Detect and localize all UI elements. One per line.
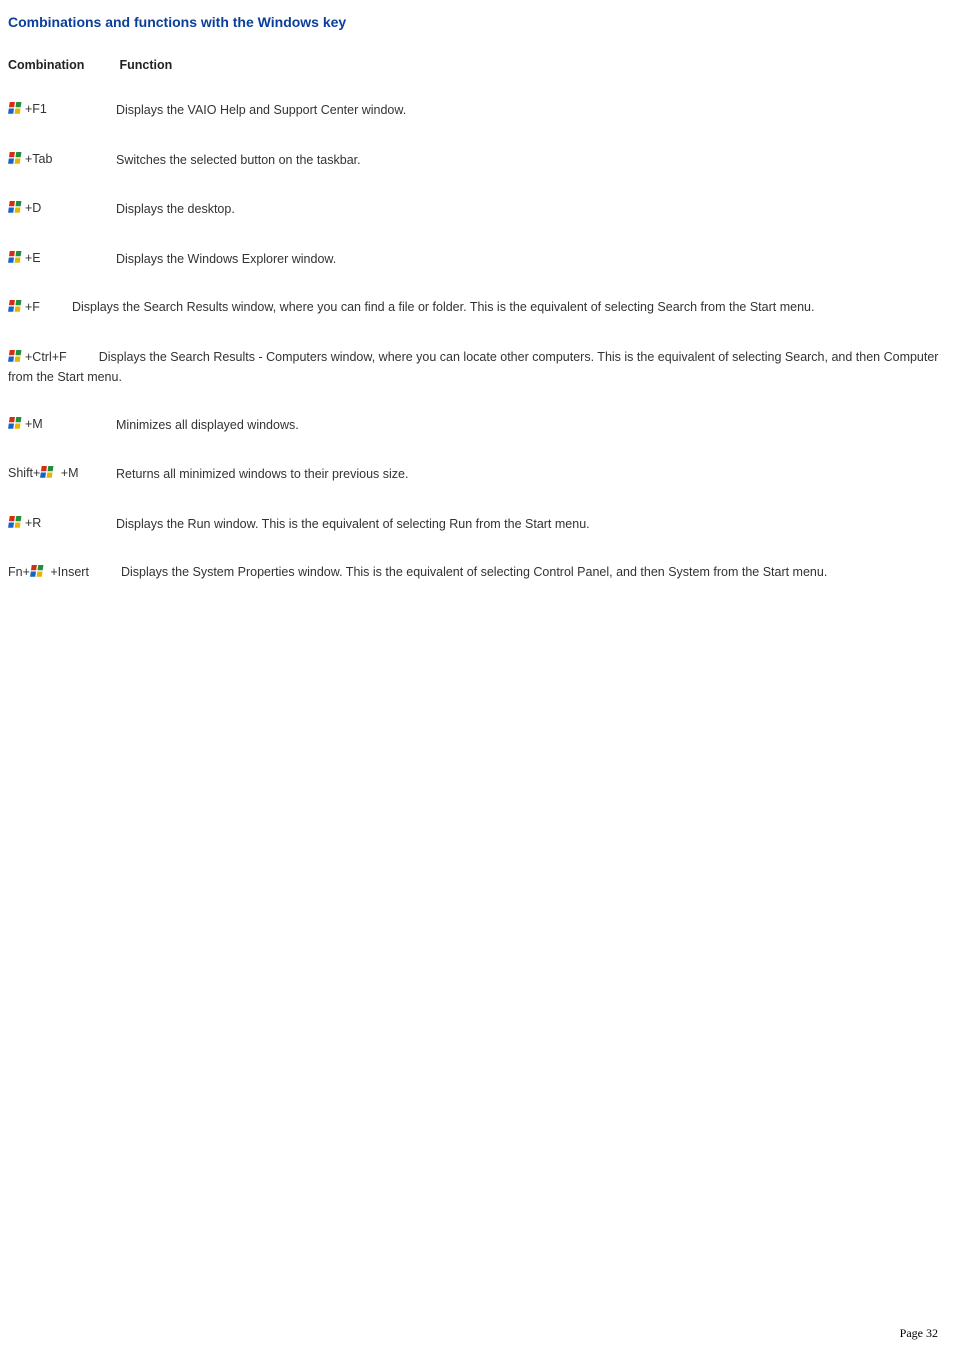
combination-cell: +M: [8, 415, 116, 437]
table-row: Shift+ +MReturns all minimized windows t…: [8, 464, 946, 486]
header-combination: Combination: [8, 58, 116, 72]
page-title: Combinations and functions with the Wind…: [8, 14, 946, 30]
function-cell: Displays the Windows Explorer window.: [116, 252, 336, 266]
combination-cell: Fn+ +Insert: [8, 565, 89, 579]
windows-key-icon: [8, 514, 24, 536]
function-cell: Displays the System Properties window. T…: [121, 565, 827, 579]
combo-suffix: +D: [25, 201, 41, 215]
function-cell: Displays the Search Results window, wher…: [72, 300, 815, 314]
table-row: +F Displays the Search Results window, wh…: [8, 298, 946, 320]
windows-key-icon: [8, 298, 24, 320]
windows-key-icon: [8, 415, 24, 437]
function-cell: Displays the Run window. This is the equ…: [116, 517, 590, 531]
combination-cell: Shift+ +M: [8, 464, 116, 486]
combo-suffix: +Insert: [47, 565, 89, 579]
combination-cell: +Ctrl+F: [8, 350, 67, 364]
function-cell: Switches the selected button on the task…: [116, 153, 361, 167]
combo-suffix: +E: [25, 251, 41, 265]
combo-suffix: +M: [57, 466, 78, 480]
windows-key-icon: [8, 150, 24, 172]
windows-key-icon: [8, 348, 24, 370]
combination-cell: +F1: [8, 100, 116, 122]
combination-cell: +D: [8, 199, 116, 221]
combination-cell: +E: [8, 249, 116, 271]
combination-cell: +Tab: [8, 150, 116, 172]
combination-cell: +F: [8, 300, 40, 314]
table-row: Fn+ +Insert Displays the System Propertie…: [8, 563, 946, 585]
table-row: +F1 Displays the VAIO Help and Support Ce…: [8, 100, 946, 122]
combo-suffix: +Tab: [25, 152, 52, 166]
combination-cell: +R: [8, 514, 116, 536]
page-number: Page 32: [900, 1326, 938, 1341]
header-function: Function: [119, 58, 172, 72]
combo-suffix: +F1: [25, 102, 47, 116]
windows-key-icon: [8, 199, 24, 221]
combo-suffix: +R: [25, 516, 41, 530]
table-row: +E Displays the Windows Explorer window.: [8, 249, 946, 271]
combo-suffix: +Ctrl+F: [25, 350, 67, 364]
table-header: Combination Function: [8, 58, 946, 72]
function-cell: Displays the Search Results - Computers …: [8, 350, 938, 385]
table-row: +R Displays the Run window. This is the e…: [8, 514, 946, 536]
combo-suffix: +F: [25, 300, 40, 314]
combo-prefix: Fn+: [8, 565, 30, 579]
table-row: +D Displays the desktop.: [8, 199, 946, 221]
windows-key-icon: [30, 563, 46, 585]
table-row: +Tab Switches the selected button on the …: [8, 150, 946, 172]
combo-prefix: Shift+: [8, 466, 40, 480]
function-cell: Returns all minimized windows to their p…: [116, 467, 408, 481]
table-row: +Ctrl+FDisplays the Search Results - Com…: [8, 348, 946, 387]
windows-key-icon: [40, 464, 56, 486]
function-cell: Minimizes all displayed windows.: [116, 418, 299, 432]
table-row: +M Minimizes all displayed windows.: [8, 415, 946, 437]
windows-key-icon: [8, 249, 24, 271]
combo-suffix: +M: [25, 417, 43, 431]
function-cell: Displays the desktop.: [116, 202, 235, 216]
function-cell: Displays the VAIO Help and Support Cente…: [116, 103, 406, 117]
windows-key-icon: [8, 100, 24, 122]
